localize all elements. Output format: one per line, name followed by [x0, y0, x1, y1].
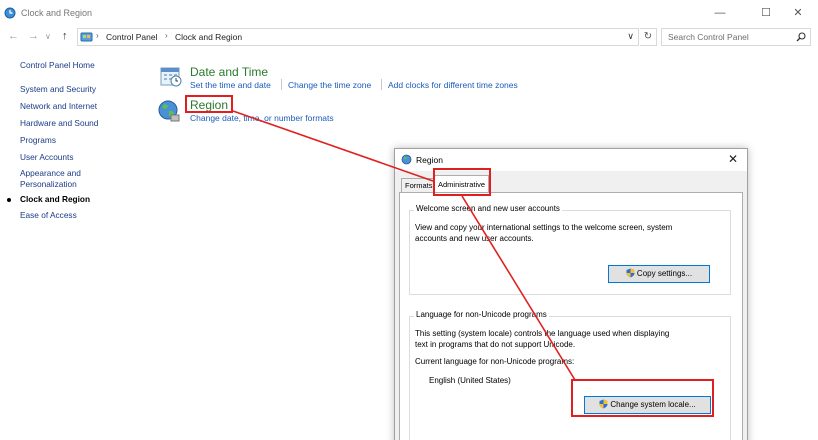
change-formats-link[interactable]: Change date, time, or number formats: [190, 113, 334, 123]
sidebar-item-hardware-sound[interactable]: Hardware and Sound: [20, 118, 98, 129]
copy-settings-button[interactable]: Copy settings...: [608, 265, 710, 283]
back-arrow-icon[interactable]: ←: [8, 30, 19, 42]
dialog-close-icon[interactable]: ✕: [728, 152, 738, 166]
non-unicode-group: Language for non-Unicode programs This s…: [409, 310, 731, 440]
dialog-title: Region: [416, 155, 443, 165]
refresh-icon[interactable]: ↻: [640, 28, 657, 46]
sidebar-item-system-security[interactable]: System and Security: [20, 84, 96, 95]
welcome-screen-group: Welcome screen and new user accounts Vie…: [409, 204, 731, 295]
change-time-zone-link[interactable]: Change the time zone: [288, 80, 371, 90]
search-icon[interactable]: [796, 32, 806, 42]
breadcrumb-clock-and-region[interactable]: Clock and Region: [175, 32, 242, 42]
breadcrumb-separator: ›: [165, 31, 168, 40]
title-bar: Clock and Region — ☐ ✕: [0, 0, 818, 26]
breadcrumb-control-panel[interactable]: Control Panel: [106, 32, 158, 42]
tab-formats[interactable]: Formats: [401, 178, 437, 192]
sidebar-item-programs[interactable]: Programs: [20, 135, 56, 146]
address-dropdown-icon[interactable]: ∨: [627, 31, 634, 42]
breadcrumb-separator: ›: [96, 31, 99, 40]
date-time-title[interactable]: Date and Time: [190, 65, 268, 79]
forward-arrow-icon[interactable]: →: [28, 30, 39, 42]
current-language-label: Current language for non-Unicode program…: [415, 357, 575, 366]
sidebar-item-ease-of-access[interactable]: Ease of Access: [20, 210, 77, 221]
up-arrow-icon[interactable]: ↑: [62, 30, 68, 42]
search-placeholder: Search Control Panel: [668, 32, 749, 42]
group-label: Welcome screen and new user accounts: [414, 204, 562, 213]
administrative-tab-highlight-box: [433, 168, 491, 196]
region-globe-icon: [401, 154, 412, 165]
change-locale-highlight-box: [571, 379, 714, 417]
search-box[interactable]: Search Control Panel: [661, 28, 811, 46]
sidebar-item-clock-region: Clock and Region: [20, 194, 91, 204]
sidebar-control-panel-home[interactable]: Control Panel Home: [20, 60, 95, 71]
control-panel-icon: [80, 32, 93, 42]
region-highlight-box: [185, 95, 233, 113]
minimize-button[interactable]: —: [700, 0, 740, 26]
sidebar-item-network-internet[interactable]: Network and Internet: [20, 101, 97, 112]
clock-region-icon: [4, 7, 16, 19]
address-bar[interactable]: › Control Panel › Clock and Region ∨: [77, 28, 639, 46]
unicode-description-line1: This setting (system locale) controls th…: [415, 329, 670, 338]
sidebar-item-appearance[interactable]: Appearance and Personalization: [20, 168, 100, 190]
set-time-date-link[interactable]: Set the time and date: [190, 80, 271, 90]
add-clocks-link[interactable]: Add clocks for different time zones: [388, 80, 518, 90]
date-time-icon[interactable]: [160, 65, 182, 87]
uac-shield-icon: [626, 268, 635, 278]
copy-settings-label: Copy settings...: [636, 269, 693, 278]
region-globe-icon[interactable]: [157, 99, 181, 123]
link-separator: [381, 79, 382, 90]
window-title: Clock and Region: [21, 8, 93, 18]
current-language-value: English (United States): [429, 376, 511, 385]
current-item-bullet: [7, 198, 11, 202]
welcome-description-line1: View and copy your international setting…: [415, 223, 673, 232]
link-separator: [281, 79, 282, 90]
sidebar-item-user-accounts[interactable]: User Accounts: [20, 152, 74, 163]
close-button[interactable]: ✕: [778, 0, 818, 26]
group-label: Language for non-Unicode programs: [414, 310, 549, 319]
unicode-description-line2: text in programs that do not support Uni…: [415, 340, 576, 349]
recent-dropdown-icon[interactable]: ∨: [45, 32, 51, 41]
welcome-description-line2: accounts and new user accounts.: [415, 234, 534, 243]
